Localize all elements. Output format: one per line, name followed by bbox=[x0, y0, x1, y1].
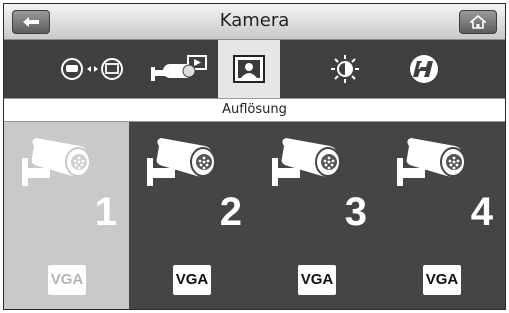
camera-item-3[interactable]: 3 VGA bbox=[254, 122, 379, 309]
security-camera-icon bbox=[22, 138, 91, 186]
tab-camera-to-monitor[interactable] bbox=[52, 40, 132, 98]
page-title: Kamera bbox=[219, 10, 290, 31]
tab-brightness[interactable] bbox=[320, 40, 370, 98]
camera-number: 3 bbox=[344, 190, 367, 234]
h-mode-icon bbox=[410, 55, 438, 83]
resolution-badge[interactable]: VGA bbox=[48, 265, 86, 295]
resolution-badge[interactable]: VGA bbox=[298, 265, 336, 295]
camera-settings-window: Kamera Auflösung 1 VGA 2 VGA 3 VGA 4 VGA bbox=[3, 3, 506, 310]
resolution-badge[interactable]: VGA bbox=[173, 265, 211, 295]
camera-video-icon bbox=[151, 55, 207, 81]
tab-h-mode[interactable] bbox=[399, 40, 449, 98]
security-camera-icon bbox=[272, 138, 341, 186]
camera-item-2[interactable]: 2 VGA bbox=[129, 122, 254, 309]
camera-to-monitor-icon bbox=[61, 58, 123, 80]
security-camera-icon bbox=[147, 138, 216, 186]
image-resolution-icon bbox=[233, 55, 265, 83]
settings-tab-bar bbox=[4, 40, 505, 98]
security-camera-icon bbox=[397, 138, 466, 186]
resolution-badge[interactable]: VGA bbox=[423, 265, 461, 295]
brightness-icon bbox=[331, 55, 359, 83]
camera-number: 1 bbox=[94, 190, 117, 234]
tab-camera-video[interactable] bbox=[144, 40, 214, 98]
home-icon bbox=[470, 15, 486, 29]
camera-item-4[interactable]: 4 VGA bbox=[379, 122, 505, 309]
camera-list: 1 VGA 2 VGA 3 VGA 4 VGA bbox=[4, 122, 505, 309]
camera-item-1[interactable]: 1 VGA bbox=[4, 122, 129, 309]
home-button[interactable] bbox=[459, 10, 497, 34]
title-bar: Kamera bbox=[4, 4, 505, 40]
camera-number: 2 bbox=[219, 190, 242, 234]
tab-resolution[interactable] bbox=[218, 40, 280, 98]
section-label: Auflösung bbox=[4, 98, 505, 122]
camera-number: 4 bbox=[470, 190, 493, 234]
